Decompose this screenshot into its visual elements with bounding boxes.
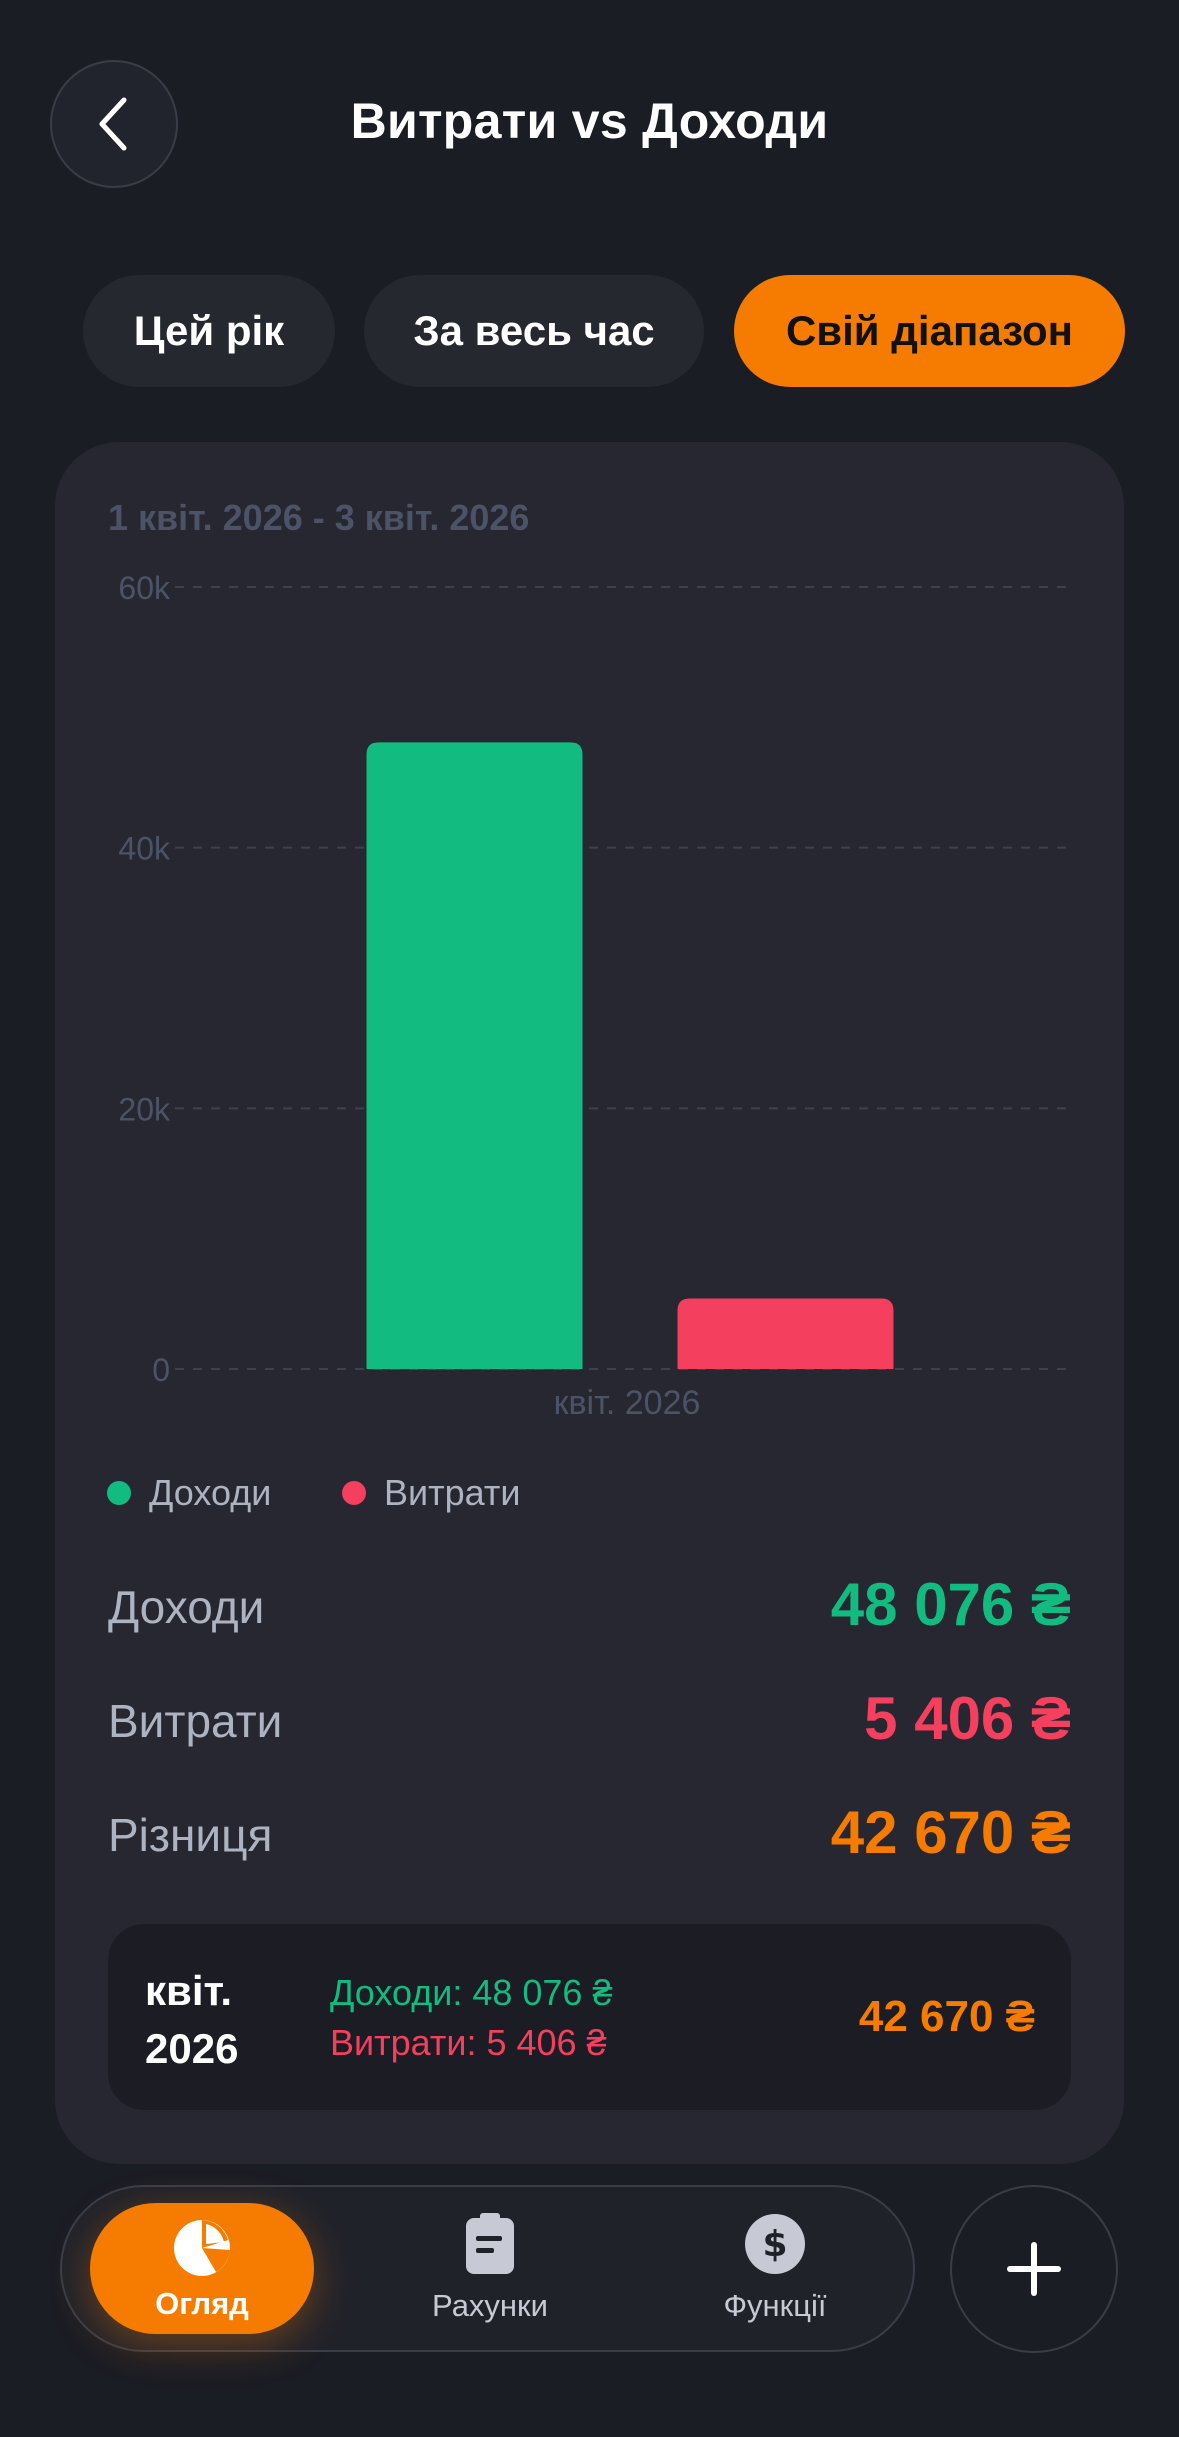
dollar-icon: $ [745, 2214, 805, 2274]
legend-expense-label: Витрати [384, 1472, 521, 1513]
expense-value: 5 406 ₴ [864, 1685, 1071, 1752]
tab-overview-label: Огляд [155, 2285, 249, 2321]
tab-accounts-label: Рахунки [432, 2288, 548, 2323]
tab-functions[interactable]: $ Функції [700, 2212, 850, 2324]
tab-functions-label: Функції [723, 2288, 827, 2323]
month-income: Доходи: 48 076 ₴ [330, 1972, 613, 2013]
legend-expense-dot [342, 1481, 366, 1505]
bar-income [366, 742, 583, 1369]
difference-value: 42 670 ₴ [830, 1799, 1071, 1866]
legend-income-dot [107, 1481, 131, 1505]
y-tick-label: 40k [118, 831, 171, 867]
add-button[interactable] [950, 2185, 1118, 2353]
screen: Витрати vs Доходи Цей рік За весь час Св… [0, 0, 1179, 2437]
expense-label: Витрати [108, 1695, 283, 1747]
plus-icon [1007, 2242, 1061, 2296]
pie-chart-icon [174, 2219, 230, 2276]
legend-income-label: Доходи [149, 1472, 272, 1513]
legend-income: Доходи [107, 1472, 271, 1514]
y-tick-label: 20k [118, 1091, 171, 1127]
y-tick-label: 0 [152, 1352, 170, 1388]
difference-label: Різниця [108, 1809, 273, 1861]
tab-accounts[interactable]: Рахунки [420, 2212, 560, 2324]
income-label: Доходи [108, 1581, 265, 1633]
bar-expense [677, 1298, 894, 1369]
x-tick-label: квіт. 2026 [554, 1384, 701, 1422]
income-value: 48 076 ₴ [830, 1571, 1071, 1638]
month-difference: 42 670 ₴ [858, 1992, 1035, 2041]
y-tick-label: 60k [118, 570, 171, 606]
clipboard-icon [466, 2213, 514, 2274]
month-expense: Витрати: 5 406 ₴ [330, 2022, 607, 2063]
month-name: квіт. 2026 [145, 1967, 239, 2072]
legend-expense: Витрати [342, 1472, 520, 1514]
tab-overview[interactable]: Огляд [90, 2203, 314, 2334]
bar-chart: 0 20k 40k 60k квіт. 2026 [118, 570, 1072, 1422]
svg-text:$: $ [762, 2224, 787, 2265]
